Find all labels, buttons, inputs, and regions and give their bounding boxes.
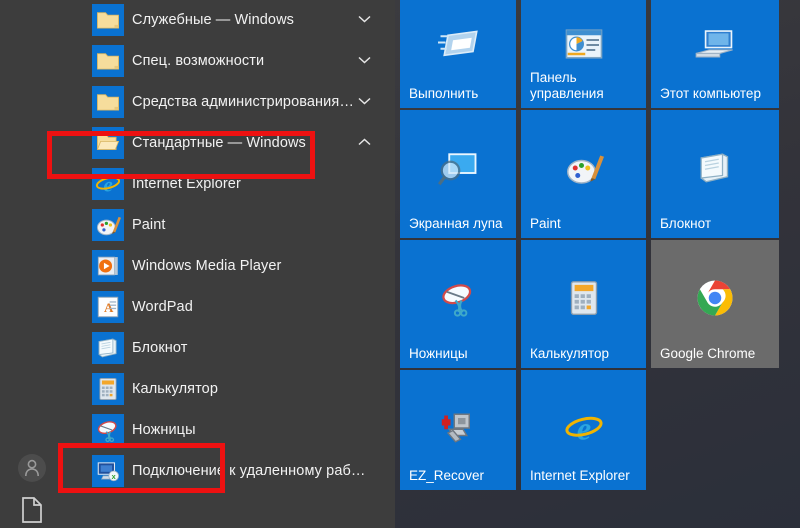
ez-recover-icon <box>436 406 480 450</box>
start-tile[interactable]: Калькулятор <box>521 240 646 368</box>
start-tile[interactable]: Блокнот <box>651 110 779 238</box>
google-chrome-icon <box>693 276 737 320</box>
wordpad-icon: A <box>92 291 124 323</box>
start-tile[interactable]: Paint <box>521 110 646 238</box>
app-list-item-label: Блокнот <box>132 340 188 356</box>
snipping-tool-icon <box>92 414 124 446</box>
start-tile-label: Google Chrome <box>660 346 756 361</box>
app-list-item[interactable]: Служебные — Windows <box>0 0 400 41</box>
start-tile-label: Ножницы <box>409 346 468 361</box>
notepad-icon <box>693 146 737 190</box>
start-tile-label: Выполнить <box>409 86 479 101</box>
start-menu-tiles-panel: Выполнить Панель управления Этот компьютер… <box>395 0 800 528</box>
app-list-item-label: WordPad <box>132 299 193 315</box>
start-tile[interactable]: Выполнить <box>400 0 516 108</box>
app-list-item[interactable]: Блокнот <box>0 328 400 369</box>
internet-explorer-icon: e <box>562 406 606 450</box>
chevron-down-icon[interactable] <box>352 82 376 123</box>
start-tile-label: EZ_Recover <box>409 468 485 483</box>
start-tile-label: Экранная лупа <box>409 216 503 231</box>
app-list-item[interactable]: A WordPad <box>0 287 400 328</box>
start-tile-label: Internet Explorer <box>530 468 630 483</box>
start-tile-label: Этот компьютер <box>660 86 761 101</box>
start-tile-label: Блокнот <box>660 216 712 231</box>
app-list-item-label: Windows Media Player <box>132 258 282 274</box>
start-tile-label: Панель управления <box>530 70 604 101</box>
calculator-icon <box>562 276 606 320</box>
app-list-item-label: Калькулятор <box>132 381 218 397</box>
annotation-box-standard-windows <box>47 131 315 179</box>
app-list-item[interactable]: Paint <box>0 205 400 246</box>
start-tile[interactable]: Этот компьютер <box>651 0 779 108</box>
this-pc-icon <box>693 22 737 66</box>
start-tile-label: Paint <box>530 216 561 231</box>
folder-icon <box>92 4 124 36</box>
app-list-item[interactable]: Средства администрирования… <box>0 82 400 123</box>
app-list-item[interactable]: Спец. возможности <box>0 41 400 82</box>
app-list-item-label: Служебные — Windows <box>132 12 295 28</box>
chevron-down-icon[interactable] <box>352 41 376 82</box>
start-tile[interactable]: EZ_Recover <box>400 370 516 490</box>
app-list-item[interactable]: Калькулятор <box>0 369 400 410</box>
start-tile[interactable]: Google Chrome <box>651 240 779 368</box>
app-list-item[interactable]: Windows Media Player <box>0 246 400 287</box>
magnifier-icon <box>436 146 480 190</box>
run-dialog-icon <box>436 22 480 66</box>
calculator-icon <box>92 373 124 405</box>
start-tile[interactable]: Ножницы <box>400 240 516 368</box>
notepad-icon <box>92 332 124 364</box>
paint-icon <box>562 146 606 190</box>
start-tile[interactable]: e Internet Explorer <box>521 370 646 490</box>
chevron-up-icon[interactable] <box>352 123 376 164</box>
folder-icon <box>92 45 124 77</box>
app-list-item-label: Спец. возможности <box>132 53 265 69</box>
windows-media-player-icon <box>92 250 124 282</box>
folder-icon <box>92 86 124 118</box>
start-tile-label: Калькулятор <box>530 346 610 361</box>
svg-text:e: e <box>576 411 590 447</box>
app-list-item-label: Paint <box>132 217 166 233</box>
snipping-tool-icon <box>436 276 480 320</box>
paint-icon <box>92 209 124 241</box>
start-tile[interactable]: Экранная лупа <box>400 110 516 238</box>
control-panel-icon <box>562 22 606 66</box>
start-menu-screen: Служебные — Windows Спец. возможности Сред… <box>0 0 800 528</box>
annotation-box-snipping-tool <box>58 443 225 493</box>
chevron-down-icon[interactable] <box>352 0 376 41</box>
start-tile[interactable]: Панель управления <box>521 0 646 108</box>
app-list-item-label: Средства администрирования… <box>132 94 354 110</box>
documents-icon[interactable] <box>20 496 44 524</box>
